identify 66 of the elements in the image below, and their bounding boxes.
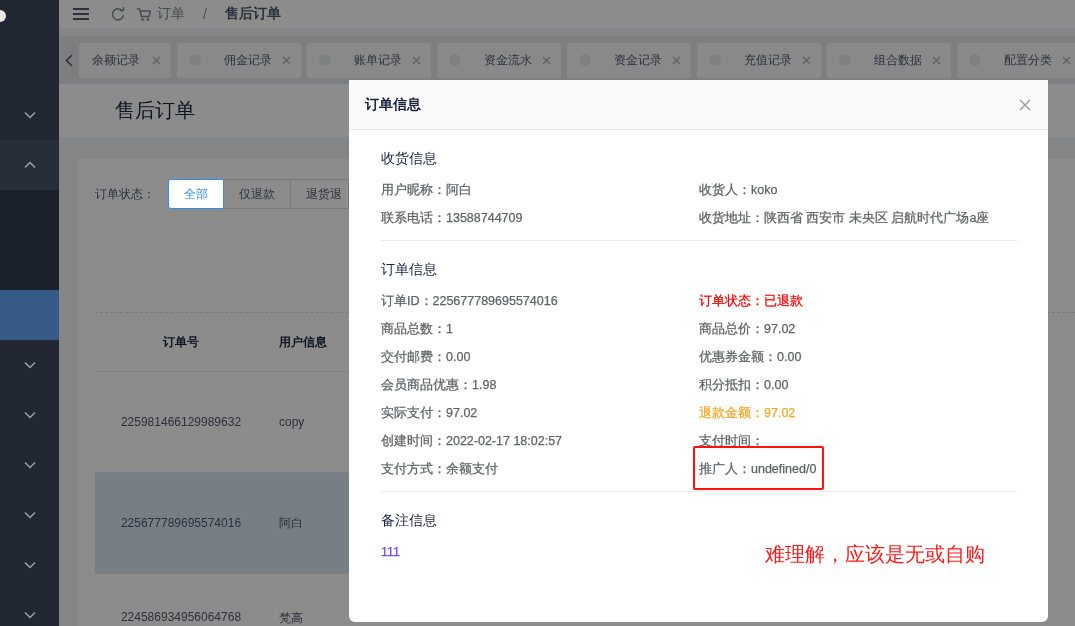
tab[interactable]: 配置分类	[957, 42, 1075, 78]
refresh-icon[interactable]	[111, 7, 125, 21]
chevron-down-icon	[23, 511, 36, 519]
breadcrumb-separator: /	[203, 6, 207, 22]
tab[interactable]: 组合数据	[827, 42, 951, 78]
menu-group[interactable]	[0, 140, 59, 190]
close-icon[interactable]	[672, 55, 681, 65]
menu-icon[interactable]	[73, 8, 89, 20]
tab[interactable]: 账单记录	[307, 42, 431, 78]
info-field: 推广人：undefined/0	[699, 462, 817, 476]
info-field: 会员商品优惠：1.98	[381, 378, 497, 392]
close-icon[interactable]	[412, 55, 421, 65]
close-icon[interactable]	[152, 55, 161, 65]
info-field: 收货地址：陕西省 西安市 未央区 启航时代广场a座	[699, 211, 990, 225]
info-field: 商品总价：97.02	[699, 322, 796, 336]
info-field: 实际支付：97.02	[381, 406, 478, 420]
info-field: 111	[381, 545, 400, 559]
chevron-up-icon	[23, 161, 36, 169]
chevron-down-icon	[23, 561, 36, 569]
section-title: 备注信息	[381, 511, 438, 530]
section-title: 订单信息	[381, 260, 438, 279]
close-icon[interactable]	[932, 55, 941, 65]
info-field: 支付时间：	[699, 434, 764, 448]
info-field: 联系电话：13588744709	[381, 211, 523, 225]
close-icon[interactable]	[1019, 98, 1031, 111]
status-option[interactable]: 全部	[168, 179, 224, 209]
chevron-down-icon	[23, 461, 36, 469]
info-field: 退款金额：97.02	[699, 406, 796, 420]
tab[interactable]: 余额记录	[79, 42, 171, 78]
breadcrumb-item[interactable]: 订单	[157, 5, 185, 23]
status-option[interactable]: 仅退款	[223, 179, 291, 209]
annotation-note: 难理解，应该是无或自购	[765, 542, 985, 567]
tab[interactable]: 充值记录	[697, 42, 821, 78]
close-icon[interactable]	[802, 55, 811, 65]
table-cell: 224586934956064768	[95, 573, 267, 626]
tab[interactable]: 资金流水	[437, 42, 561, 78]
filter-label: 订单状态：	[95, 185, 155, 203]
page-title: 售后订单	[115, 98, 195, 123]
info-field: 商品总数：1	[381, 322, 453, 336]
info-field: 订单状态：已退款	[699, 294, 803, 308]
info-field: 订单ID：225677789695574016	[381, 294, 558, 308]
info-field: 优惠券金额：0.00	[699, 350, 802, 364]
breadcrumb-item: 售后订单	[224, 5, 281, 23]
close-icon[interactable]	[282, 55, 291, 65]
info-field: 用户昵称：阿白	[381, 183, 472, 197]
chevron-down-icon	[23, 361, 36, 369]
chevron-down-icon	[23, 111, 36, 119]
table-cell: 梵高	[267, 573, 495, 626]
info-field: 交付邮费：0.00	[381, 350, 471, 364]
info-field: 积分抵扣：0.00	[699, 378, 789, 392]
close-icon[interactable]	[542, 55, 551, 65]
table-cell: 225981466129989632	[95, 371, 267, 473]
modal-title: 订单信息	[365, 95, 421, 114]
tab[interactable]: 资金记录	[567, 42, 691, 78]
status-option[interactable]: 退货退	[290, 179, 349, 209]
info-field: 收货人：koko	[699, 183, 778, 197]
table-cell: 225677789695574016	[95, 472, 267, 574]
close-icon[interactable]	[1062, 55, 1071, 65]
chevron-left-icon[interactable]	[65, 53, 73, 67]
chevron-down-icon	[23, 611, 36, 619]
section-title: 收货信息	[381, 149, 438, 168]
cart-icon	[137, 7, 151, 21]
menu-item[interactable]	[0, 290, 59, 340]
column-header: 订单号	[95, 313, 267, 372]
chevron-down-icon	[23, 411, 36, 419]
tab[interactable]: 佣金记录	[177, 42, 301, 78]
